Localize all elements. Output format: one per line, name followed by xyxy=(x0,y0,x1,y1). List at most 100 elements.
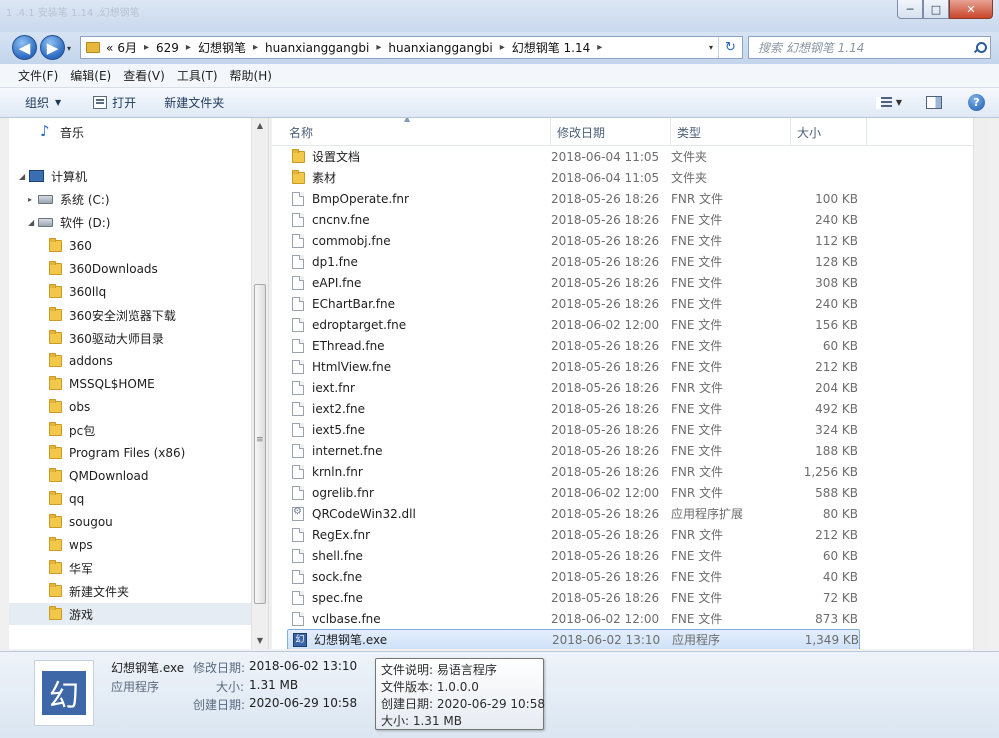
nav-folder-item[interactable]: 360安全浏览器下载 xyxy=(9,304,257,326)
change-view-icon[interactable] xyxy=(875,96,892,109)
file-row[interactable]: sock.fne 2018-05-26 18:26 FNE 文件 40 KB xyxy=(287,566,860,587)
file-row[interactable]: BmpOperate.fnr 2018-05-26 18:26 FNR 文件 100 … xyxy=(287,188,860,209)
file-row[interactable]: iext5.fne 2018-05-26 18:26 FNE 文件 324 KB xyxy=(287,419,860,440)
file-row[interactable]: spec.fne 2018-05-26 18:26 FNE 文件 72 KB xyxy=(287,587,860,608)
collapse-arrow-icon[interactable]: ◢ xyxy=(28,218,38,227)
preview-pane-icon[interactable] xyxy=(926,96,942,109)
nav-folder-item[interactable]: 360llq xyxy=(9,281,257,303)
file-row[interactable]: 素材 2018-06-04 11:05 文件夹 xyxy=(287,167,860,188)
document-icon xyxy=(292,296,304,311)
back-button[interactable]: ◀ xyxy=(12,35,37,60)
nav-folder-item[interactable]: 360Downloads xyxy=(9,258,257,280)
help-icon[interactable]: ? xyxy=(968,94,985,111)
breadcrumb-item[interactable]: 幻想钢笔 1.14 xyxy=(510,39,593,56)
history-dropdown-icon[interactable]: ▾ xyxy=(67,44,71,53)
file-row[interactable]: dp1.fne 2018-05-26 18:26 FNE 文件 128 KB xyxy=(287,251,860,272)
breadcrumb-separator-icon[interactable]: ▸ xyxy=(248,42,263,53)
breadcrumb-separator-icon[interactable]: ▸ xyxy=(139,42,154,53)
file-row[interactable]: 幻幻想钢笔.exe 2018-06-02 13:10 应用程序 1,349 KB xyxy=(287,629,860,649)
list-scrollbar[interactable] xyxy=(973,118,990,649)
forward-button[interactable]: ▶ xyxy=(40,35,65,60)
file-row[interactable]: ogrelib.fnr 2018-06-02 12:00 FNR 文件 588 KB xyxy=(287,482,860,503)
address-bar[interactable]: « 6月 ▸ 629 ▸ 幻想钢笔 ▸ huanxianggangbi ▸ hu… xyxy=(80,36,743,59)
file-row[interactable]: vclbase.fne 2018-06-02 12:00 FNE 文件 873 KB xyxy=(287,608,860,629)
file-row[interactable]: edroptarget.fne 2018-06-02 12:00 FNE 文件 156… xyxy=(287,314,860,335)
file-name: EChartBar.fne xyxy=(312,296,396,311)
search-box[interactable] xyxy=(748,36,991,59)
breadcrumb-item[interactable]: 6月 xyxy=(115,39,139,56)
file-row[interactable]: EChartBar.fne 2018-05-26 18:26 FNE 文件 240 K… xyxy=(287,293,860,314)
minimize-button[interactable]: ─ xyxy=(897,0,923,19)
nav-folder-item[interactable]: MSSQL$HOME xyxy=(9,373,257,395)
scroll-up-icon[interactable]: ▲ xyxy=(252,118,268,134)
breadcrumb-separator-icon[interactable]: ▸ xyxy=(592,42,607,53)
collapse-arrow-icon[interactable]: ◢ xyxy=(19,172,29,181)
file-row[interactable]: HtmlView.fne 2018-05-26 18:26 FNE 文件 212 KB xyxy=(287,356,860,377)
column-header-type[interactable]: 类型 xyxy=(671,118,791,146)
scroll-down-icon[interactable]: ▼ xyxy=(252,633,268,649)
file-row[interactable]: cncnv.fne 2018-05-26 18:26 FNE 文件 240 KB xyxy=(287,209,860,230)
nav-item-drive-c[interactable]: ▸ 系统 (C:) xyxy=(9,188,257,210)
nav-folder-item[interactable]: obs xyxy=(9,396,257,418)
menu-tools[interactable]: 工具(T) xyxy=(171,67,224,84)
menu-edit[interactable]: 编辑(E) xyxy=(64,67,117,84)
nav-folder-item[interactable]: qq xyxy=(9,488,257,510)
nav-folder-item[interactable]: Program Files (x86) xyxy=(9,442,257,464)
file-row[interactable]: 设置文档 2018-06-04 11:05 文件夹 xyxy=(287,146,860,167)
menu-view[interactable]: 查看(V) xyxy=(117,67,171,84)
nav-folder-item[interactable]: sougou xyxy=(9,511,257,533)
nav-item-music[interactable]: 音乐 xyxy=(9,121,257,143)
file-row[interactable]: QRCodeWin32.dll 2018-05-26 18:26 应用程序扩展 80 … xyxy=(287,503,860,524)
nav-folder-item[interactable]: wps xyxy=(9,534,257,556)
search-input[interactable] xyxy=(758,40,958,55)
nav-folder-item[interactable]: addons xyxy=(9,350,257,372)
file-date: 2018-05-26 18:26 xyxy=(551,296,660,311)
file-row[interactable]: iext2.fne 2018-05-26 18:26 FNE 文件 492 KB xyxy=(287,398,860,419)
file-row[interactable]: eAPI.fne 2018-05-26 18:26 FNE 文件 308 KB xyxy=(287,272,860,293)
nav-scrollbar[interactable]: ▲ ▼ xyxy=(251,118,268,649)
breadcrumb-separator-icon[interactable]: ▸ xyxy=(371,42,386,53)
column-header-date[interactable]: 修改日期 xyxy=(551,118,671,146)
breadcrumb-item[interactable]: huanxianggangbi xyxy=(386,41,494,55)
nav-item-drive-d[interactable]: ◢ 软件 (D:) xyxy=(9,211,257,233)
organize-button[interactable]: 组织 ▼ xyxy=(17,94,69,111)
new-folder-button[interactable]: 新建文件夹 xyxy=(156,94,232,111)
scroll-thumb[interactable] xyxy=(254,284,266,604)
nav-folder-item[interactable]: QMDownload xyxy=(9,465,257,487)
file-row[interactable]: krnln.fnr 2018-05-26 18:26 FNR 文件 1,256 KB xyxy=(287,461,860,482)
maximize-button[interactable]: □ xyxy=(923,0,949,19)
file-row[interactable]: commobj.fne 2018-05-26 18:26 FNE 文件 112 KB xyxy=(287,230,860,251)
file-row[interactable]: internet.fne 2018-05-26 18:26 FNE 文件 188 KB xyxy=(287,440,860,461)
nav-folder-item[interactable]: 360 xyxy=(9,235,257,257)
nav-folder-item[interactable]: 360驱动大师目录 xyxy=(9,327,257,349)
nav-folder-item[interactable]: 游戏 xyxy=(9,603,257,625)
search-icon[interactable] xyxy=(973,41,987,54)
nav-folder-item[interactable]: pc包 xyxy=(9,419,257,441)
file-row[interactable]: RegEx.fnr 2018-05-26 18:26 FNR 文件 212 KB xyxy=(287,524,860,545)
file-row[interactable]: shell.fne 2018-05-26 18:26 FNE 文件 60 KB xyxy=(287,545,860,566)
breadcrumb-separator-icon[interactable]: ▸ xyxy=(495,42,510,53)
views-dropdown-icon[interactable]: ▼ xyxy=(896,98,902,107)
file-row[interactable]: iext.fnr 2018-05-26 18:26 FNR 文件 204 KB xyxy=(287,377,860,398)
breadcrumb-item[interactable]: 629 xyxy=(154,41,181,55)
address-dropdown-icon[interactable]: ▾ xyxy=(704,43,718,52)
file-list-pane[interactable]: ▲ 名称 修改日期 类型 大小 设置文档 2018-06-04 11:05 文件夹素… xyxy=(272,118,990,649)
nav-item-computer[interactable]: ◢ 计算机 xyxy=(9,165,257,187)
nav-folder-item[interactable]: 新建文件夹 xyxy=(9,580,257,602)
breadcrumb-overflow[interactable]: « xyxy=(104,41,115,55)
column-header-name[interactable]: ▲ 名称 xyxy=(272,118,551,146)
menu-help[interactable]: 帮助(H) xyxy=(224,67,278,84)
expand-arrow-icon[interactable]: ▸ xyxy=(28,195,38,204)
nav-folder-item[interactable]: 华军 xyxy=(9,557,257,579)
file-row[interactable]: EThread.fne 2018-05-26 18:26 FNE 文件 60 KB xyxy=(287,335,860,356)
open-button[interactable]: 打开 xyxy=(85,94,144,111)
refresh-button[interactable]: ↻ xyxy=(718,37,742,58)
breadcrumb-item[interactable]: 幻想钢笔 xyxy=(196,39,248,56)
breadcrumb-separator-icon[interactable]: ▸ xyxy=(181,42,196,53)
breadcrumb-item[interactable]: huanxianggangbi xyxy=(263,41,371,55)
close-button[interactable]: ✕ xyxy=(949,0,993,19)
column-date-label: 修改日期 xyxy=(557,125,606,140)
menu-file[interactable]: 文件(F) xyxy=(12,67,64,84)
column-header-size[interactable]: 大小 xyxy=(791,118,867,146)
navigation-pane[interactable]: 音乐 ◢ 计算机 ▸ 系统 (C:) ◢ 软件 (D:) 360 360Downl… xyxy=(9,118,269,649)
